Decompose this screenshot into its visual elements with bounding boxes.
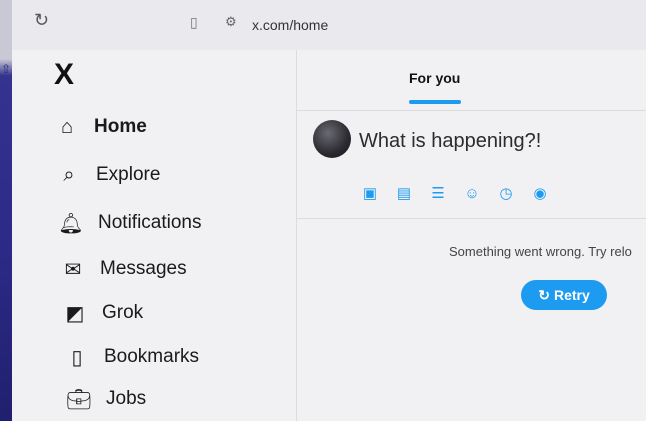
compose-divider xyxy=(297,218,646,219)
schedule-icon[interactable]: ◷ xyxy=(497,184,515,202)
error-message: Something went wrong. Try relo xyxy=(449,244,632,259)
browser-toolbar: ↻ ▯ ⚙ x.com/home xyxy=(12,0,646,51)
gif-icon[interactable]: ▤ xyxy=(395,184,413,202)
screen-bezel: ⇧ xyxy=(0,0,12,421)
reload-icon[interactable]: ↻ xyxy=(34,10,49,31)
sidebar-item-label: Notifications xyxy=(98,212,202,233)
compose-input[interactable]: What is happening?! xyxy=(359,130,541,153)
sidebar-item-messages[interactable]: ✉ Messages xyxy=(60,256,187,282)
bookmark-icon: ▯ xyxy=(71,346,83,369)
sidebar: X ⌂ Home ⌕ Explore 🔔︎ Notifications ✉ Me… xyxy=(12,50,296,421)
address-bar[interactable]: x.com/home xyxy=(252,17,328,33)
location-icon[interactable]: ◉ xyxy=(531,184,549,202)
sidebar-item-label: Bookmarks xyxy=(104,346,200,367)
tab-divider xyxy=(297,110,646,111)
mail-icon: ✉ xyxy=(64,258,82,281)
retry-label: Retry xyxy=(553,287,590,303)
sidebar-item-label: Home xyxy=(94,116,147,137)
sidebar-item-label: Explore xyxy=(96,164,161,185)
x-logo[interactable]: X xyxy=(54,58,74,92)
tab-for-you[interactable]: For you xyxy=(409,70,460,86)
share-icon: ⇧ xyxy=(1,62,12,76)
sidebar-item-home[interactable]: ⌂ Home xyxy=(54,114,147,140)
image-icon[interactable]: ▣ xyxy=(361,184,379,202)
x-home-page: X ⌂ Home ⌕ Explore 🔔︎ Notifications ✉ Me… xyxy=(12,50,646,421)
sidebar-item-explore[interactable]: ⌕ Explore xyxy=(56,162,160,188)
sidebar-item-label: Messages xyxy=(100,258,187,279)
grok-icon: ◩ xyxy=(65,302,85,325)
sidebar-item-jobs[interactable]: 💼︎ Jobs xyxy=(66,386,146,412)
poll-icon[interactable]: ☰ xyxy=(429,184,447,202)
sidebar-item-notifications[interactable]: 🔔︎ Notifications xyxy=(58,210,202,236)
avatar[interactable] xyxy=(313,120,351,158)
home-icon: ⌂ xyxy=(60,115,74,138)
compose-toolbar: ▣ ▤ ☰ ☺ ◷ ◉ xyxy=(361,184,549,203)
sidebar-item-bookmarks[interactable]: ▯ Bookmarks xyxy=(64,344,199,370)
bell-icon: 🔔︎ xyxy=(58,212,84,235)
retry-button[interactable]: ↻ Retry xyxy=(521,280,607,310)
briefcase-icon: 💼︎ xyxy=(66,388,92,411)
retry-icon: ↻ xyxy=(538,286,550,303)
active-tab-indicator xyxy=(409,100,461,104)
sidebar-item-label: Grok xyxy=(102,302,144,323)
tune-icon[interactable]: ⚙ xyxy=(225,14,237,30)
search-icon: ⌕ xyxy=(63,163,75,186)
emoji-icon[interactable]: ☺ xyxy=(463,184,481,202)
main-timeline: For you What is happening?! ▣ ▤ ☰ ☺ ◷ ◉ … xyxy=(297,50,646,421)
sidebar-item-grok[interactable]: ◩ Grok xyxy=(62,300,144,326)
sidebar-item-label: Jobs xyxy=(106,388,147,409)
bookmark-icon[interactable]: ▯ xyxy=(190,14,198,31)
